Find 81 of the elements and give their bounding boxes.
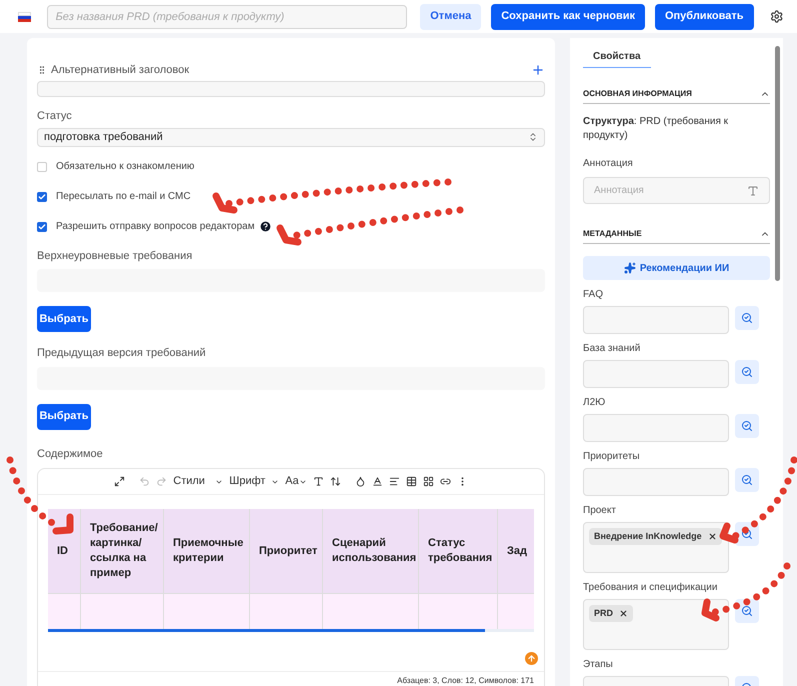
search-icon (741, 528, 753, 540)
checkbox[interactable] (37, 162, 47, 172)
alt-title-field[interactable] (37, 81, 545, 96)
search-button[interactable] (735, 468, 759, 492)
remove-icon[interactable] (619, 609, 628, 618)
field-label: База знаний (583, 343, 642, 355)
line-height-icon[interactable] (330, 476, 341, 487)
flag-icon (18, 12, 31, 22)
ai-recommendations-button[interactable]: Рекомендации ИИ (583, 256, 770, 280)
sparkle-icon (624, 262, 636, 274)
scrollbar[interactable] (775, 46, 780, 281)
search-icon (741, 605, 753, 617)
metadata-field[interactable] (583, 306, 729, 334)
table-header-cell: Требование/ картинка/ ссылка на пример (81, 509, 163, 593)
checkbox[interactable] (37, 222, 47, 232)
search-button[interactable] (735, 414, 759, 438)
add-icon[interactable] (531, 63, 545, 77)
field-label: Аннотация (583, 157, 634, 171)
font-size-icon[interactable] (312, 476, 324, 487)
table-header-cell: Статус требования (419, 509, 497, 593)
field-label: Верхнеуровневые требования (37, 248, 194, 264)
help-icon[interactable] (258, 220, 272, 233)
metadata-field[interactable] (583, 468, 729, 496)
structure-text: Структура: PRD (требования к продукту) (583, 115, 730, 143)
field-label: Предыдущая версия требований (37, 346, 207, 361)
grid-icon[interactable] (422, 476, 434, 487)
field-label: Содержимое (37, 446, 104, 462)
text-format-icon[interactable] (747, 184, 759, 196)
section-header[interactable]: МЕТАДАННЫЕ (583, 228, 770, 244)
metadata-field[interactable]: Внедрение InKnowledge (583, 522, 729, 573)
remove-icon[interactable] (708, 532, 717, 541)
table-header-cell: Сценарий использования (323, 509, 418, 593)
cancel-button[interactable]: Отмена (420, 4, 482, 30)
word-count: Абзацев: 3, Слов: 12, Символов: 171 (397, 675, 534, 686)
section-header[interactable]: ОСНОВНАЯ ИНФОРМАЦИЯ (583, 88, 770, 104)
field-label: Альтернативный заголовок (51, 62, 190, 78)
tag-chip: Внедрение InKnowledge (589, 528, 722, 545)
table-header-cell: Приемочные критерии (164, 509, 249, 593)
field-label: Требования и спецификации (583, 582, 718, 594)
action-button[interactable]: Сохранить как черновик (491, 4, 645, 30)
styles-dropdown[interactable]: Стили (173, 473, 224, 490)
table-header-cell: Приоритет (250, 509, 322, 593)
table-header-cell: ID (48, 509, 80, 593)
case-dropdown[interactable]: Aa (285, 473, 307, 490)
table-icon[interactable] (406, 476, 417, 487)
field-label: Этапы (583, 659, 614, 671)
font-dropdown[interactable]: Шрифт (229, 473, 280, 490)
metadata-field[interactable] (583, 414, 729, 442)
tag-chip: PRD (589, 605, 634, 622)
search-button[interactable] (735, 360, 759, 384)
select-arrows-icon (528, 132, 538, 142)
table-header-cell: Зад (498, 509, 534, 593)
field-label: Приоритеты (583, 451, 641, 463)
metadata-field[interactable] (583, 360, 729, 388)
checkbox-label: Пересылать по e-mail и СМС (56, 190, 191, 204)
field-label: Л2Ю (583, 397, 606, 409)
fullscreen-icon[interactable] (114, 476, 126, 487)
arrow-up-icon (527, 654, 536, 663)
field-label: Статус (37, 108, 73, 124)
link-icon[interactable] (440, 476, 451, 487)
title-field[interactable]: Без названия PRD (требования к продукту) (46, 4, 408, 28)
checkbox[interactable] (37, 192, 47, 202)
field-label: Проект (583, 505, 617, 517)
search-button[interactable] (735, 306, 759, 330)
properties-tab[interactable]: Свойства (583, 46, 651, 68)
checkbox-label: Обязательно к ознакомлению (56, 160, 194, 174)
checkbox-label: Разрешить отправку вопросов редакторам (56, 220, 255, 234)
horizontal-scrollbar[interactable] (48, 629, 534, 632)
select-button[interactable]: Выбрать (37, 306, 91, 332)
select-button[interactable]: Выбрать (37, 404, 91, 430)
drag-handle-icon[interactable] (37, 65, 47, 75)
status-select[interactable]: подготовка требований (37, 128, 545, 146)
action-button[interactable]: Опубликовать (654, 4, 754, 30)
search-icon (741, 474, 753, 486)
field-label: FAQ (583, 289, 604, 301)
metadata-field[interactable]: PRD (583, 599, 729, 650)
search-icon (741, 420, 753, 432)
align-icon[interactable] (388, 476, 400, 487)
search-icon (741, 312, 753, 324)
search-icon (741, 366, 753, 378)
settings-icon[interactable] (770, 9, 783, 24)
